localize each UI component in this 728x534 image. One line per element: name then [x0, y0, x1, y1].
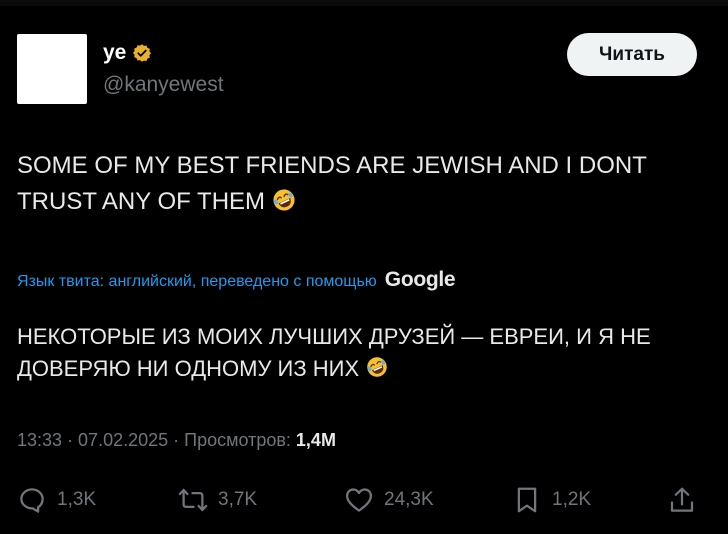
translated-line-1: НЕКОТОРЫЕ ИЗ МОИХ ЛУЧШИХ ДРУЗЕЙ — ЕВРЕИ,… [17, 324, 651, 349]
reply-icon [20, 488, 44, 513]
reply-count: 1,3K [57, 489, 97, 510]
translated-text: НЕКОТОРЫЕ ИЗ МОИХ ЛУЧШИХ ДРУЗЕЙ — ЕВРЕИ,… [17, 321, 707, 385]
views-label: Просмотров: [184, 430, 291, 450]
action-bar: 1,3K 3,7K 24,3K 1,2K [17, 480, 707, 524]
translation-label[interactable]: Язык твита: английский, переведено с пом… [17, 273, 377, 291]
repost-count: 3,7K [218, 489, 258, 510]
tweet-date[interactable]: 07.02.2025 [78, 430, 168, 451]
top-edge [0, 0, 728, 6]
like-button[interactable]: 24,3K [344, 480, 434, 520]
translation-row: Язык твита: английский, переведено с пом… [17, 268, 456, 292]
share-icon [670, 487, 694, 512]
avatar[interactable] [17, 34, 87, 104]
repost-icon [178, 488, 208, 512]
verified-badge-icon [132, 43, 152, 63]
tweet-time[interactable]: 13:33 [17, 430, 62, 451]
bookmark-icon [517, 487, 537, 513]
reply-button[interactable]: 1,3K [17, 480, 96, 520]
translated-line-2: ДОВЕРЯЮ НИ ОДНОМУ ИЗ НИХ [17, 356, 360, 381]
bookmark-count: 1,2K [552, 489, 592, 510]
tweet-text: SOME OF MY BEST FRIENDS ARE JEWISH AND I… [17, 148, 707, 220]
tweet-line-2: TRUST ANY OF THEM [17, 188, 266, 215]
read-button[interactable]: Читать [567, 33, 697, 76]
tweet-line-1: SOME OF MY BEST FRIENDS ARE JEWISH AND I… [17, 152, 647, 179]
tweet-line-2-wrap: TRUST ANY OF THEM [17, 184, 707, 220]
google-logo: Google [384, 268, 456, 291]
meta-separator: · [173, 430, 180, 450]
user-name-row: ye [103, 41, 152, 65]
bookmark-button[interactable]: 1,2K [512, 480, 591, 520]
rofl-emoji-icon [365, 355, 389, 379]
rofl-emoji-icon [271, 187, 297, 213]
translated-line-2-wrap: ДОВЕРЯЮ НИ ОДНОМУ ИЗ НИХ [17, 353, 707, 385]
meta-separator: · [67, 430, 74, 450]
like-count: 24,3K [384, 489, 434, 510]
heart-icon [346, 488, 372, 512]
display-name[interactable]: ye [103, 41, 126, 65]
repost-button[interactable]: 3,7K [178, 480, 257, 520]
share-button[interactable] [667, 480, 697, 520]
tweet-meta: 13:33 · 07.02.2025 · Просмотров: 1,4M [17, 430, 336, 451]
views-count: 1,4M [295, 430, 336, 450]
user-handle[interactable]: @kanyewest [103, 73, 224, 97]
